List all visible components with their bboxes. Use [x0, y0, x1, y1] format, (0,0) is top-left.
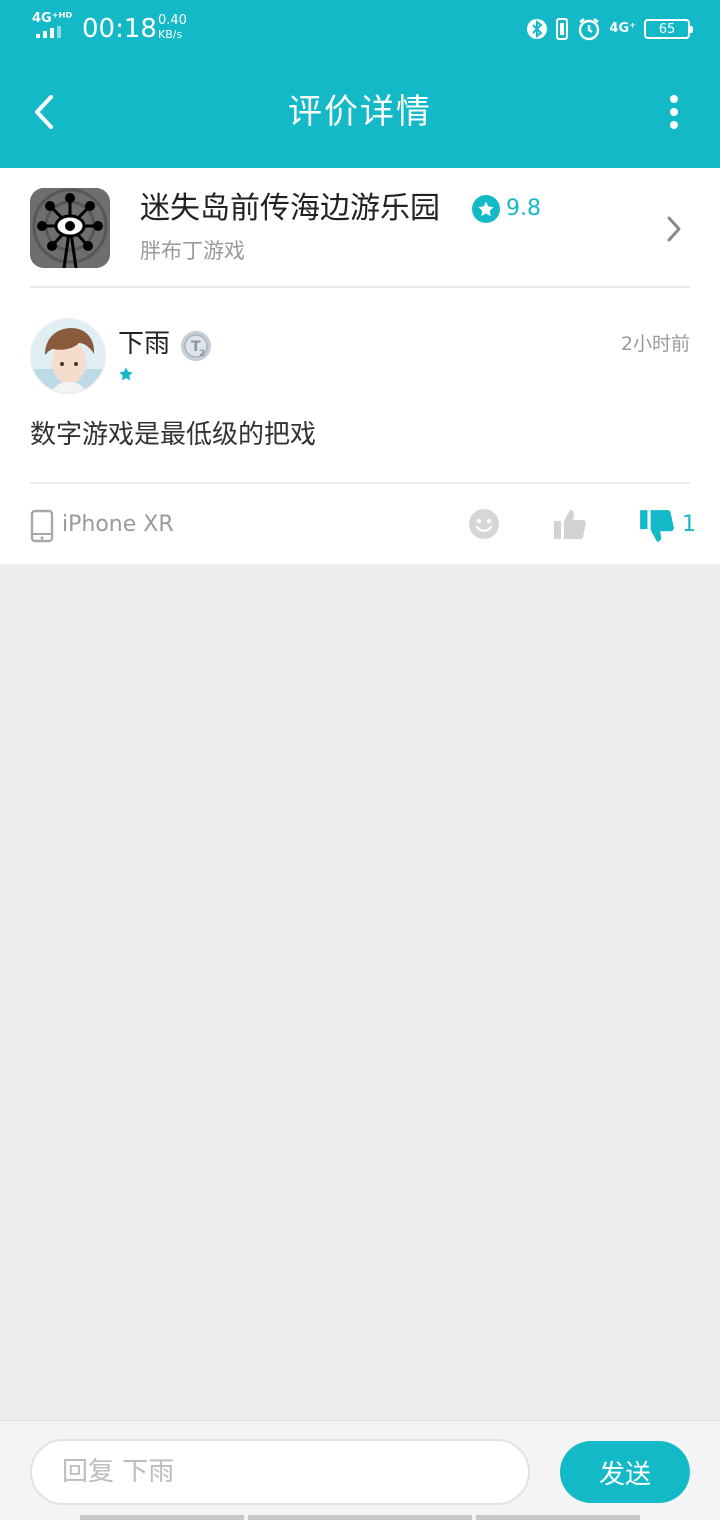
- nav-hint: [476, 1515, 640, 1520]
- bluetooth-icon: [527, 17, 548, 41]
- emoji-reaction-button[interactable]: [468, 508, 500, 540]
- avatar[interactable]: [30, 318, 106, 394]
- status-bar: 4G⁺ᴴᴰ 00:18 0.40 KB/s 4G⁺ 65: [0, 0, 720, 56]
- dislike-button[interactable]: [638, 508, 676, 546]
- level-badge-icon: T 2: [180, 330, 212, 362]
- clock: 00:18: [82, 14, 157, 44]
- battery-icon: 65: [644, 19, 693, 39]
- smiley-icon: [469, 509, 499, 539]
- nav-hint: [248, 1515, 472, 1520]
- vibrate-icon: [555, 17, 569, 41]
- device-name: iPhone XR: [62, 512, 174, 537]
- chevron-right-icon: [666, 214, 686, 244]
- star-icon: [472, 195, 500, 223]
- network-speed: 0.40 KB/s: [158, 13, 187, 42]
- svg-text:2: 2: [199, 349, 205, 359]
- review-text: 数字游戏是最低级的把戏: [30, 420, 317, 450]
- game-card[interactable]: 迷失岛前传海边游乐园 9.8 胖布丁游戏: [0, 168, 720, 288]
- game-name: 迷失岛前传海边游乐园: [140, 191, 440, 226]
- more-vertical-icon: [670, 95, 678, 129]
- signal-icon: [36, 26, 66, 38]
- like-button[interactable]: [552, 506, 588, 542]
- more-button[interactable]: [664, 92, 684, 132]
- ferris-wheel-eye-icon: [30, 188, 110, 268]
- username[interactable]: 下雨: [118, 328, 170, 360]
- divider: [30, 482, 690, 484]
- game-developer: 胖布丁游戏: [140, 239, 245, 263]
- rating-star-icon: [118, 366, 134, 382]
- dislike-count: 1: [682, 512, 696, 537]
- reply-bar: 发送: [0, 1420, 720, 1520]
- reply-input[interactable]: [30, 1439, 530, 1505]
- send-button[interactable]: 发送: [560, 1441, 690, 1503]
- thumbs-down-icon: [640, 510, 674, 542]
- thumbs-up-icon: [554, 510, 586, 539]
- app-toolbar: 评价详情: [0, 56, 720, 168]
- alarm-icon: [577, 17, 601, 41]
- signal-4g-icon: 4G⁺: [609, 21, 636, 36]
- review-time: 2小时前: [620, 333, 690, 355]
- nav-hint: [80, 1515, 244, 1520]
- review-card: 下雨 T 2 2小时前 数字游戏是最低级的把戏 iPhone XR 1: [0, 288, 720, 564]
- network-type: 4G⁺ᴴᴰ: [32, 11, 73, 26]
- phone-icon: [30, 509, 54, 543]
- page-title: 评价详情: [288, 92, 432, 132]
- game-icon: [30, 188, 110, 268]
- game-rating: 9.8: [506, 196, 541, 221]
